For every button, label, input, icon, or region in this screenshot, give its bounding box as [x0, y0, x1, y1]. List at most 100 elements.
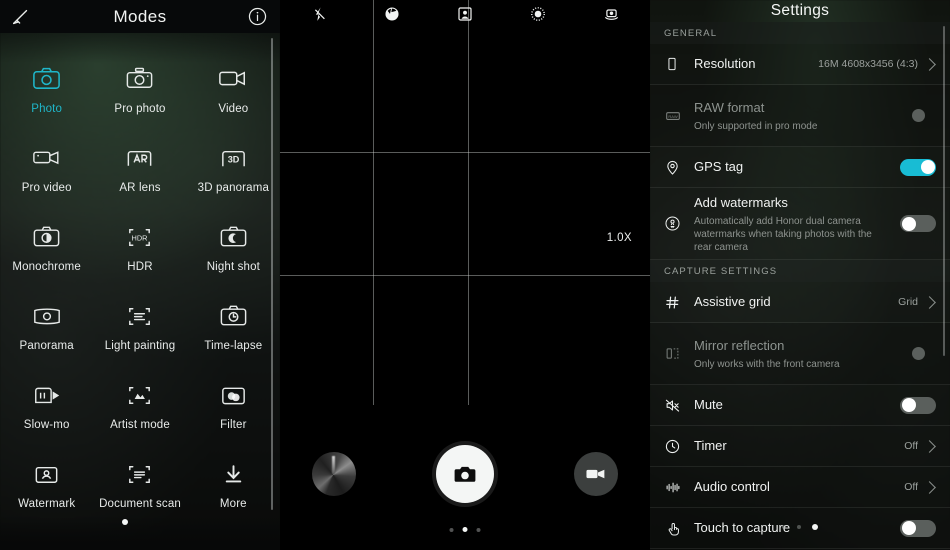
mirror-icon	[664, 345, 694, 362]
shutter-button[interactable]	[436, 445, 494, 503]
touch-indicator-dot	[122, 519, 128, 525]
section-header-capture-settings: CAPTURE SETTINGS	[650, 260, 950, 282]
section-header-general: GENERAL	[650, 22, 950, 44]
mode-label: Artist mode	[110, 419, 170, 431]
mode-item-monochrome[interactable]: Monochrome	[0, 219, 93, 298]
mode-item-ar-lens[interactable]: AR lens	[93, 140, 186, 219]
modes-grid: Photo Pro photo Video Pro video AR lens …	[0, 33, 280, 535]
ar-lens-icon	[124, 140, 155, 174]
mute-toggle[interactable]	[900, 396, 936, 414]
grid-line-horizontal-1	[280, 152, 650, 153]
settings-scrollbar[interactable]	[943, 26, 945, 356]
touch-hand-icon	[664, 520, 694, 537]
mode-label: Time-lapse	[204, 340, 263, 352]
chevron-right-icon	[923, 295, 936, 309]
settings-list[interactable]: GENERAL Resolution 16M 4608x3456 (4:3) R…	[650, 22, 950, 550]
grid-icon	[664, 294, 694, 311]
page-dot-active	[462, 527, 468, 532]
mode-item-time-lapse[interactable]: Time-lapse	[187, 298, 280, 377]
settings-row-resolution[interactable]: Resolution 16M 4608x3456 (4:3)	[650, 44, 950, 85]
svg-text:HDR: HDR	[132, 233, 148, 242]
light-painting-icon	[124, 298, 155, 332]
chevron-right-icon	[923, 439, 936, 453]
portrait-mode-icon[interactable]	[454, 3, 476, 25]
settings-row-gps-tag[interactable]: GPS tag	[650, 147, 950, 188]
moving-picture-icon[interactable]	[527, 3, 549, 25]
watermark-stamp-icon	[664, 215, 694, 232]
clock-icon	[664, 438, 694, 455]
mode-label: Night shot	[206, 261, 260, 273]
mode-item-document-scan[interactable]: Document scan	[93, 456, 186, 535]
video-record-button[interactable]	[574, 452, 618, 496]
mode-item-3d-panorama[interactable]: 3D 3D panorama	[187, 140, 280, 219]
mode-item-night-shot[interactable]: Night shot	[187, 219, 280, 298]
viewfinder-page-dots[interactable]	[449, 527, 481, 532]
row-text: RAW format Only supported in pro mode	[694, 99, 912, 133]
audio-wave-icon	[664, 479, 694, 496]
mode-label: Photo	[31, 103, 63, 115]
toggle-disabled-indicator	[912, 109, 925, 122]
download-more-icon	[218, 456, 249, 490]
mode-item-more[interactable]: More	[187, 456, 280, 535]
pro-camera-icon	[124, 61, 155, 95]
mode-item-video[interactable]: Video	[187, 61, 280, 140]
settings-page-dots[interactable]	[782, 524, 818, 530]
row-text: GPS tag	[694, 158, 900, 176]
settings-row-audio-control[interactable]: Audio control Off	[650, 467, 950, 508]
grid-line-horizontal-2	[280, 275, 650, 276]
settings-row-raw-format: RAW RAW format Only supported in pro mod…	[650, 85, 950, 147]
chevron-right-icon	[923, 480, 936, 494]
camera-app-screen: Modes Photo Pro photo Video Pro video AR…	[0, 0, 950, 550]
row-title: Mute	[694, 397, 723, 412]
pro-video-icon	[31, 140, 63, 174]
mode-item-panorama[interactable]: Panorama	[0, 298, 93, 377]
mode-item-artist-mode[interactable]: Artist mode	[93, 377, 186, 456]
info-circle-icon[interactable]	[247, 6, 268, 27]
row-text: Mirror reflection Only works with the fr…	[694, 337, 912, 371]
mode-label: Pro photo	[114, 103, 166, 115]
mode-item-filter[interactable]: Filter	[187, 377, 280, 456]
toggle-disabled-indicator	[912, 347, 925, 360]
row-text: Add watermarks Automatically add Honor d…	[694, 194, 900, 254]
row-text: Mute	[694, 396, 900, 414]
aperture-icon[interactable]	[381, 3, 403, 25]
settings-header: Settings	[650, 0, 950, 22]
mode-label: Watermark	[18, 498, 76, 510]
settings-row-timer[interactable]: Timer Off	[650, 426, 950, 467]
modes-title: Modes	[113, 6, 167, 26]
flash-off-icon[interactable]	[308, 3, 330, 25]
page-dot-active	[812, 524, 818, 530]
row-value: Grid	[898, 296, 918, 308]
row-subtitle: Only supported in pro mode	[694, 120, 818, 132]
modes-scroll-area[interactable]: Photo Pro photo Video Pro video AR lens …	[0, 33, 280, 550]
row-title: Resolution	[694, 56, 756, 71]
row-value: Off	[904, 440, 918, 452]
gallery-thumbnail[interactable]	[312, 452, 356, 496]
page-dot	[476, 527, 481, 532]
row-text: Resolution	[694, 55, 818, 73]
watermark-icon	[31, 456, 62, 490]
zoom-level-indicator[interactable]: 1.0X	[607, 232, 632, 244]
settings-row-assistive-grid[interactable]: Assistive grid Grid	[650, 282, 950, 323]
mode-item-photo[interactable]: Photo	[0, 61, 93, 140]
mode-item-watermark[interactable]: Watermark	[0, 456, 93, 535]
touch-to-capture-toggle[interactable]	[900, 519, 936, 537]
settings-camera-icon[interactable]	[600, 3, 622, 25]
modes-scrollbar[interactable]	[271, 38, 273, 510]
night-shot-icon	[218, 219, 249, 253]
time-lapse-icon	[218, 298, 249, 332]
chevron-right-icon	[923, 57, 936, 71]
mode-item-pro-video[interactable]: Pro video	[0, 140, 93, 219]
settings-row-add-watermarks[interactable]: Add watermarks Automatically add Honor d…	[650, 188, 950, 260]
settings-row-mute[interactable]: Mute	[650, 385, 950, 426]
mode-item-light-painting[interactable]: Light painting	[93, 298, 186, 377]
pencil-edit-icon[interactable]	[10, 6, 32, 28]
add-watermarks-toggle[interactable]	[900, 215, 936, 232]
mode-item-pro-photo[interactable]: Pro photo	[93, 61, 186, 140]
mode-label: Monochrome	[12, 261, 81, 273]
gps-tag-toggle[interactable]	[900, 158, 936, 176]
row-title: Touch to capture	[694, 520, 791, 535]
mode-item-slow-mo[interactable]: Slow-mo	[0, 377, 93, 456]
mode-label: AR lens	[119, 182, 161, 194]
mode-item-hdr[interactable]: HDR HDR	[93, 219, 186, 298]
